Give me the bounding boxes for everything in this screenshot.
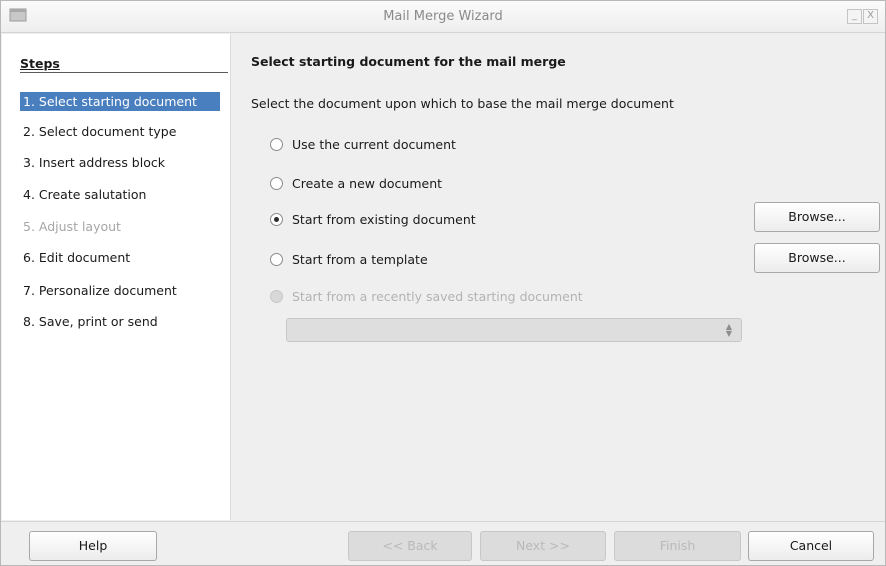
option-start-from-recent-document: Start from a recently saved starting doc… — [270, 287, 583, 305]
close-button[interactable]: X — [863, 9, 878, 24]
content-description: Select the document upon which to base t… — [251, 96, 674, 111]
step-personalize-document[interactable]: 7. Personalize document — [20, 281, 220, 300]
content-heading: Select starting document for the mail me… — [251, 54, 566, 69]
step-save-print-send[interactable]: 8. Save, print or send — [20, 312, 220, 331]
option-label: Create a new document — [292, 175, 443, 191]
steps-heading: Steps — [20, 56, 60, 71]
finish-button: Finish — [614, 531, 741, 561]
option-start-from-template[interactable]: Start from a template — [270, 250, 428, 268]
radio-unchecked-icon[interactable] — [270, 252, 283, 266]
minimize-button[interactable]: _ — [847, 9, 862, 24]
step-insert-address-block[interactable]: 3. Insert address block — [20, 153, 220, 172]
content-pane: Select starting document for the mail me… — [232, 34, 885, 520]
radio-unchecked-icon[interactable] — [270, 137, 283, 151]
browse-existing-button[interactable]: Browse... — [754, 202, 880, 232]
option-start-from-existing-document[interactable]: Start from existing document — [270, 210, 476, 228]
title-bar[interactable]: Mail Merge Wizard _ X — [1, 1, 885, 33]
option-create-new-document[interactable]: Create a new document — [270, 174, 442, 192]
steps-pane: Steps 1. Select starting document 2. Sel… — [2, 34, 231, 520]
option-label: Start from a template — [292, 251, 428, 267]
option-label: Start from a recently saved starting doc… — [292, 288, 583, 304]
option-use-current-document[interactable]: Use the current document — [270, 135, 456, 153]
recent-documents-select: ▲ ▼ — [286, 318, 742, 342]
step-create-salutation[interactable]: 4. Create salutation — [20, 185, 220, 204]
mail-merge-wizard-window: Mail Merge Wizard _ X Steps 1. Select st… — [0, 0, 886, 566]
option-label: Start from existing document — [292, 211, 476, 227]
radio-unchecked-icon — [270, 289, 283, 303]
step-edit-document[interactable]: 6. Edit document — [20, 248, 220, 267]
up-down-spinner-icon: ▲ ▼ — [725, 322, 733, 338]
step-select-starting-document[interactable]: 1. Select starting document — [20, 92, 220, 111]
browse-template-button[interactable]: Browse... — [754, 243, 880, 273]
cancel-button[interactable]: Cancel — [748, 531, 874, 561]
back-button: << Back — [348, 531, 472, 561]
help-button[interactable]: Help — [29, 531, 157, 561]
steps-divider — [20, 72, 228, 73]
option-label: Use the current document — [292, 136, 456, 152]
step-select-document-type[interactable]: 2. Select document type — [20, 122, 220, 141]
step-adjust-layout: 5. Adjust layout — [23, 219, 121, 234]
radio-checked-icon[interactable] — [270, 212, 283, 226]
radio-unchecked-icon[interactable] — [270, 176, 283, 190]
button-bar: Help << Back Next >> Finish Cancel — [1, 521, 885, 565]
next-button: Next >> — [480, 531, 606, 561]
window-title: Mail Merge Wizard — [383, 9, 503, 24]
